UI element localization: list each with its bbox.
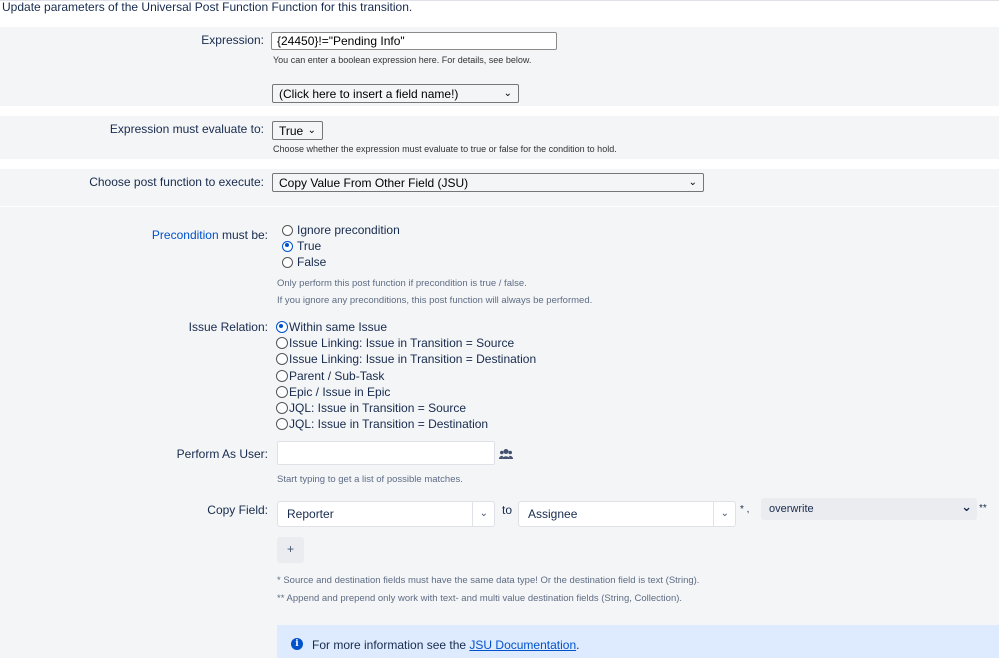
precondition-link[interactable]: Precondition xyxy=(152,228,219,242)
precondition-label-suffix: must be: xyxy=(218,228,268,242)
issue-relation-option[interactable]: Epic / Issue in Epic xyxy=(276,385,390,399)
radio-icon xyxy=(276,353,288,365)
issue-relation-option-label: Parent / Sub-Task xyxy=(289,369,385,383)
radio-icon xyxy=(276,418,288,430)
copy-to-label: to xyxy=(502,503,513,517)
precondition-option-label: False xyxy=(297,255,327,269)
destination-field-select[interactable]: Assignee ⌄ xyxy=(518,501,736,527)
issue-relation-option[interactable]: Within same Issue xyxy=(276,320,387,334)
issue-relation-option-label: Within same Issue xyxy=(289,320,388,334)
radio-icon xyxy=(282,256,293,268)
evaluate-select-value: True xyxy=(279,124,304,138)
precondition-option-true[interactable]: True xyxy=(282,239,321,253)
expression-input[interactable] xyxy=(271,32,557,50)
copy-note-2: ** Append and prepend only work with tex… xyxy=(277,593,683,604)
issue-relation-option-label: Issue Linking: Issue in Transition = Sou… xyxy=(289,336,515,350)
mode-marker: ** xyxy=(979,503,987,514)
radio-icon xyxy=(282,224,293,236)
radio-icon xyxy=(276,337,288,349)
chevron-down-icon: ⌄ xyxy=(479,508,488,519)
copy-field-label: Copy Field: xyxy=(207,503,268,517)
info-suffix: . xyxy=(576,638,580,652)
precondition-hint-2: If you ignore any preconditions, this po… xyxy=(277,295,593,306)
issue-relation-option-label: Epic / Issue in Epic xyxy=(289,385,391,399)
issue-relation-option[interactable]: Issue Linking: Issue in Transition = Sou… xyxy=(276,336,514,350)
jsu-documentation-link[interactable]: JSU Documentation xyxy=(469,638,576,652)
perform-as-user-label: Perform As User: xyxy=(176,447,268,461)
issue-relation-option[interactable]: Issue Linking: Issue in Transition = Des… xyxy=(276,352,536,366)
copy-mode-select[interactable]: overwrite ⌄ xyxy=(761,498,977,520)
radio-selected-icon xyxy=(276,321,288,333)
chevron-down-icon: ⌄ xyxy=(961,499,972,514)
issue-relation-option-label: JQL: Issue in Transition = Destination xyxy=(289,417,489,431)
evaluate-label: Expression must evaluate to: xyxy=(109,122,264,136)
issue-relation-option[interactable]: JQL: Issue in Transition = Source xyxy=(276,401,466,415)
add-field-button[interactable]: + xyxy=(277,537,304,563)
expression-label: Expression: xyxy=(201,33,264,47)
post-function-parameters xyxy=(0,207,999,658)
select-divider xyxy=(472,502,473,526)
post-function-label: Choose post function to execute: xyxy=(89,175,264,189)
radio-selected-icon xyxy=(282,240,293,252)
info-prefix: For more information see the xyxy=(312,638,470,652)
copy-note-1: * Source and destination fields must hav… xyxy=(277,575,700,586)
precondition-hint-1: Only perform this post function if preco… xyxy=(277,278,527,289)
expression-hint: You can enter a boolean expression here.… xyxy=(273,55,532,65)
issue-relation-option[interactable]: Parent / Sub-Task xyxy=(276,369,384,383)
evaluate-select[interactable]: True ⌄ xyxy=(272,121,323,140)
radio-icon xyxy=(276,386,288,398)
copy-mode-value: overwrite xyxy=(769,503,814,515)
chevron-down-icon: ⌄ xyxy=(503,88,512,99)
source-field-value: Reporter xyxy=(287,507,334,521)
field-name-select[interactable]: (Click here to insert a field name!) ⌄ xyxy=(272,84,519,103)
info-text: For more information see the JSU Documen… xyxy=(312,638,579,652)
source-field-select[interactable]: Reporter ⌄ xyxy=(277,501,495,527)
issue-relation-option-label: JQL: Issue in Transition = Source xyxy=(289,401,467,415)
precondition-option-ignore[interactable]: Ignore precondition xyxy=(282,223,400,237)
evaluate-hint: Choose whether the expression must evalu… xyxy=(273,144,617,154)
chevron-down-icon: ⌄ xyxy=(307,125,316,136)
precondition-option-label: True xyxy=(297,239,322,253)
required-marker: * , xyxy=(740,504,750,515)
info-icon: i xyxy=(291,638,303,650)
chevron-down-icon: ⌄ xyxy=(720,508,729,519)
precondition-label: Precondition must be: xyxy=(152,228,268,242)
destination-field-value: Assignee xyxy=(528,507,578,521)
perform-as-user-input[interactable] xyxy=(277,441,495,465)
chevron-down-icon: ⌄ xyxy=(688,177,697,188)
radio-icon xyxy=(276,370,288,382)
info-panel: i For more information see the JSU Docum… xyxy=(277,625,999,658)
radio-icon xyxy=(276,402,288,414)
issue-relation-option[interactable]: JQL: Issue in Transition = Destination xyxy=(276,417,488,431)
post-function-select-value: Copy Value From Other Field (JSU) xyxy=(279,176,469,190)
select-divider xyxy=(713,502,714,526)
users-icon[interactable] xyxy=(499,447,513,459)
perform-as-user-hint: Start typing to get a list of possible m… xyxy=(277,474,463,485)
issue-relation-option-label: Issue Linking: Issue in Transition = Des… xyxy=(289,352,537,366)
post-function-select[interactable]: Copy Value From Other Field (JSU) ⌄ xyxy=(272,173,704,192)
precondition-option-label: Ignore precondition xyxy=(297,223,400,237)
page-title: Update parameters of the Universal Post … xyxy=(2,0,413,14)
field-name-select-value: (Click here to insert a field name!) xyxy=(279,87,459,101)
issue-relation-label: Issue Relation: xyxy=(188,320,268,334)
precondition-option-false[interactable]: False xyxy=(282,255,326,269)
